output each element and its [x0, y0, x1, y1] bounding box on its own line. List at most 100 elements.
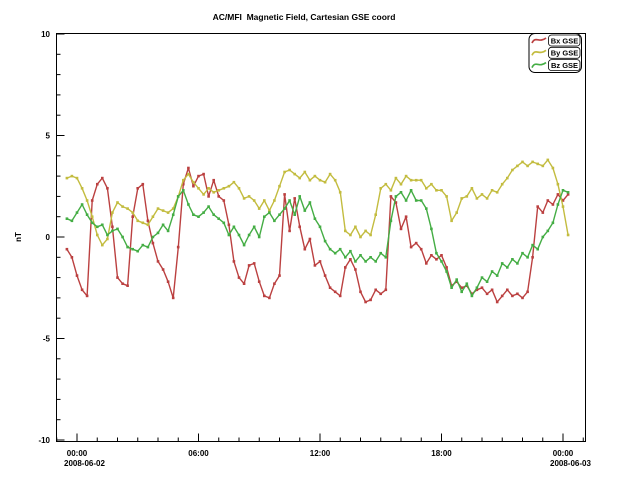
data-point-marker	[217, 195, 220, 198]
data-point-marker	[329, 286, 332, 289]
data-point-marker	[197, 175, 200, 178]
data-point-marker	[152, 236, 155, 239]
data-point-marker	[536, 205, 539, 208]
data-point-marker	[121, 236, 124, 239]
data-point-marker	[491, 189, 494, 192]
data-point-marker	[460, 197, 463, 200]
data-point-marker	[552, 222, 555, 225]
data-point-marker	[521, 161, 524, 164]
data-point-marker	[542, 211, 545, 214]
data-point-marker	[192, 213, 195, 216]
data-series	[66, 159, 570, 304]
data-point-marker	[131, 211, 134, 214]
data-point-marker	[481, 193, 484, 196]
data-point-marker	[400, 228, 403, 231]
data-point-marker	[354, 226, 357, 229]
data-point-marker	[506, 266, 509, 269]
data-point-marker	[293, 173, 296, 176]
data-point-marker	[385, 183, 388, 186]
data-point-marker	[86, 213, 89, 216]
data-point-marker	[354, 260, 357, 263]
data-point-marker	[526, 291, 529, 294]
data-point-marker	[405, 199, 408, 202]
data-point-marker	[106, 238, 109, 241]
data-point-marker	[476, 286, 479, 289]
data-point-marker	[212, 179, 215, 182]
data-point-marker	[314, 175, 317, 178]
data-point-marker	[228, 224, 231, 227]
data-point-marker	[253, 226, 256, 229]
data-point-marker	[324, 240, 327, 243]
data-point-marker	[167, 280, 170, 283]
data-point-marker	[445, 270, 448, 273]
data-point-marker	[66, 217, 69, 220]
data-point-marker	[395, 177, 398, 180]
data-point-marker	[142, 183, 145, 186]
data-point-marker	[319, 260, 322, 263]
data-point-marker	[440, 254, 443, 257]
data-point-marker	[152, 242, 155, 245]
data-point-marker	[273, 220, 276, 223]
data-point-marker	[101, 244, 104, 247]
data-point-marker	[405, 215, 408, 218]
data-point-marker	[207, 195, 210, 198]
data-point-marker	[374, 289, 377, 292]
data-point-marker	[344, 230, 347, 233]
data-point-marker	[526, 165, 529, 168]
data-point-marker	[374, 213, 377, 216]
data-point-marker	[172, 213, 175, 216]
data-point-marker	[202, 193, 205, 196]
series-bz-markers	[66, 189, 570, 297]
data-point-marker	[334, 179, 337, 182]
data-point-marker	[329, 173, 332, 176]
data-point-marker	[435, 189, 438, 192]
data-point-marker	[557, 193, 560, 196]
data-point-marker	[450, 286, 453, 289]
data-point-marker	[207, 205, 210, 208]
data-point-marker	[147, 220, 150, 223]
data-point-marker	[511, 295, 514, 298]
data-point-marker	[506, 289, 509, 292]
data-point-marker	[521, 252, 524, 255]
data-point-marker	[460, 291, 463, 294]
data-point-marker	[182, 179, 185, 182]
x-tick-label: 00:00	[67, 449, 88, 458]
data-point-marker	[162, 224, 165, 227]
data-point-marker	[324, 274, 327, 277]
data-point-marker	[390, 195, 393, 198]
data-point-marker	[187, 167, 190, 170]
data-point-marker	[177, 195, 180, 198]
data-point-marker	[202, 211, 205, 214]
data-point-marker	[253, 199, 256, 202]
data-point-marker	[101, 177, 104, 180]
data-point-marker	[268, 211, 271, 214]
data-point-marker	[192, 181, 195, 184]
data-point-marker	[536, 163, 539, 166]
data-point-marker	[243, 197, 246, 200]
data-point-marker	[298, 195, 301, 198]
legend-label-bz: Bz GSE	[551, 61, 578, 70]
data-point-marker	[71, 256, 74, 259]
data-point-marker	[476, 197, 479, 200]
x-tick-label: 18:00	[431, 449, 452, 458]
data-point-marker	[369, 256, 372, 259]
data-point-marker	[319, 226, 322, 229]
data-point-marker	[71, 220, 74, 223]
data-point-marker	[212, 191, 215, 194]
data-point-marker	[466, 195, 469, 198]
data-point-marker	[552, 167, 555, 170]
data-point-marker	[278, 185, 281, 188]
data-point-marker	[243, 244, 246, 247]
data-point-marker	[273, 199, 276, 202]
series-bx-markers	[66, 167, 570, 304]
data-point-marker	[288, 199, 291, 202]
data-point-marker	[405, 175, 408, 178]
data-point-marker	[106, 187, 109, 190]
data-point-marker	[258, 236, 261, 239]
data-point-marker	[283, 207, 286, 210]
data-point-marker	[111, 211, 114, 214]
data-point-marker	[425, 187, 428, 190]
data-point-marker	[486, 280, 489, 283]
data-point-marker	[390, 189, 393, 192]
plot-frame	[57, 34, 586, 442]
